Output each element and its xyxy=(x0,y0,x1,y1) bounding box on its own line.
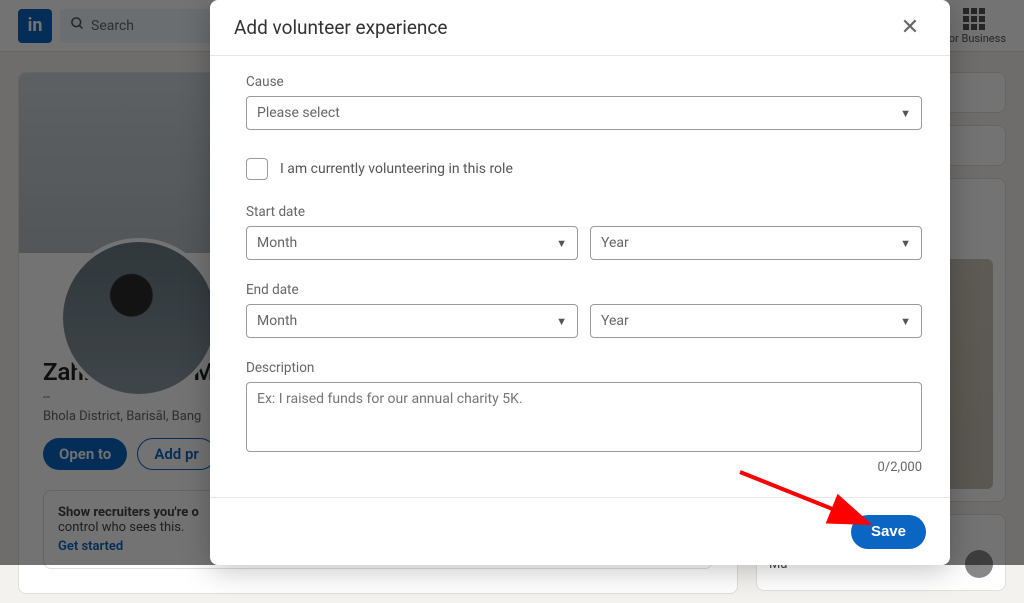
start-year-value: Year xyxy=(601,235,629,251)
start-month-select[interactable]: Month ▼ xyxy=(246,226,578,260)
end-month-value: Month xyxy=(257,313,297,329)
chevron-down-icon: ▼ xyxy=(556,237,567,250)
start-date-label: Start date xyxy=(246,204,922,220)
end-month-select[interactable]: Month ▼ xyxy=(246,304,578,338)
close-icon[interactable]: ✕ xyxy=(894,12,926,44)
description-label: Description xyxy=(246,360,922,376)
end-date-label: End date xyxy=(246,282,922,298)
description-textarea[interactable] xyxy=(246,382,922,452)
cause-select-value: Please select xyxy=(257,105,340,121)
modal-title: Add volunteer experience xyxy=(234,16,447,39)
currently-volunteering-label: I am currently volunteering in this role xyxy=(280,161,513,177)
start-year-select[interactable]: Year ▼ xyxy=(590,226,922,260)
end-year-select[interactable]: Year ▼ xyxy=(590,304,922,338)
description-count: 0/2,000 xyxy=(246,460,922,475)
start-month-value: Month xyxy=(257,235,297,251)
chevron-down-icon: ▼ xyxy=(900,107,911,120)
modal-header: Add volunteer experience ✕ xyxy=(210,0,950,56)
chevron-down-icon: ▼ xyxy=(556,315,567,328)
add-volunteer-modal: Add volunteer experience ✕ Cause Please … xyxy=(210,0,950,565)
cause-label: Cause xyxy=(246,74,922,90)
save-button[interactable]: Save xyxy=(851,515,926,549)
chevron-down-icon: ▼ xyxy=(900,315,911,328)
modal-footer: Save xyxy=(210,497,950,565)
chevron-down-icon: ▼ xyxy=(900,237,911,250)
cause-select[interactable]: Please select ▼ xyxy=(246,96,922,130)
end-year-value: Year xyxy=(601,313,629,329)
modal-body: Cause Please select ▼ I am currently vol… xyxy=(210,56,950,497)
currently-volunteering-checkbox[interactable] xyxy=(246,158,268,180)
